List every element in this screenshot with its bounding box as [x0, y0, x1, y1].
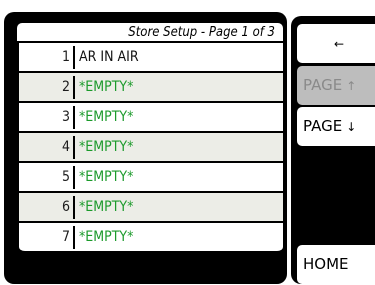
row-label: *EMPTY*	[79, 169, 134, 185]
store-row-4[interactable]: 4 *EMPTY*	[19, 133, 283, 163]
row-label: *EMPTY*	[79, 139, 134, 155]
row-label: *EMPTY*	[79, 79, 134, 95]
row-label: *EMPTY*	[79, 229, 134, 245]
store-row-1[interactable]: 1 AR IN AIR	[19, 43, 283, 73]
back-arrow-icon: ←	[333, 37, 345, 51]
row-divider	[73, 166, 75, 189]
back-button[interactable]: ←	[297, 24, 375, 63]
page-up-button[interactable]: PAGE ↑	[297, 66, 375, 105]
arrow-down-icon: ↓	[346, 120, 357, 134]
row-number: 5	[61, 169, 70, 185]
store-row-7[interactable]: 7 *EMPTY*	[19, 223, 283, 253]
store-setup-screen: Store Setup - Page 1 of 3 1 AR IN AIR 2 …	[0, 0, 375, 285]
navigation-button-panel: ← PAGE ↑ PAGE ↓ HOME	[291, 16, 375, 284]
row-number: 2	[61, 79, 70, 95]
row-divider	[73, 76, 75, 99]
row-number: 1	[61, 49, 70, 65]
row-divider	[73, 106, 75, 129]
row-divider	[73, 196, 75, 219]
arrow-up-icon: ↑	[346, 79, 357, 93]
row-divider	[73, 136, 75, 159]
store-row-3[interactable]: 3 *EMPTY*	[19, 103, 283, 133]
store-row-5[interactable]: 5 *EMPTY*	[19, 163, 283, 193]
page-title: Store Setup - Page 1 of 3	[16, 22, 284, 42]
page-up-label: PAGE	[303, 76, 343, 94]
home-label: HOME	[303, 255, 349, 273]
row-label: AR IN AIR	[79, 49, 139, 65]
store-row-2[interactable]: 2 *EMPTY*	[19, 73, 283, 103]
row-number: 7	[61, 229, 70, 245]
page-down-button[interactable]: PAGE ↓	[297, 107, 375, 146]
row-divider	[73, 226, 75, 249]
store-list-panel: Store Setup - Page 1 of 3 1 AR IN AIR 2 …	[4, 12, 287, 284]
row-number: 6	[61, 199, 70, 215]
row-number: 3	[61, 109, 70, 125]
page-down-label: PAGE	[303, 117, 343, 135]
home-button[interactable]: HOME	[297, 245, 375, 284]
store-row-6[interactable]: 6 *EMPTY*	[19, 193, 283, 223]
row-label: *EMPTY*	[79, 199, 134, 215]
row-label: *EMPTY*	[79, 109, 134, 125]
row-number: 4	[61, 139, 70, 155]
row-divider	[73, 46, 75, 69]
